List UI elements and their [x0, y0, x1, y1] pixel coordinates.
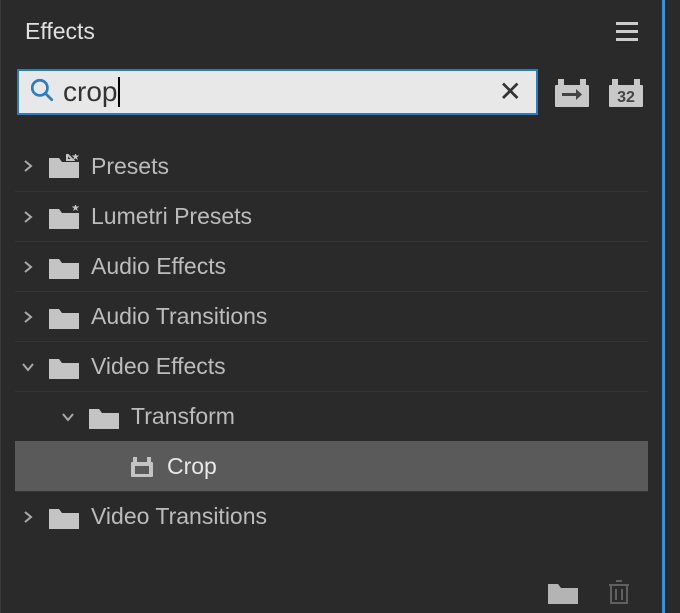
panel-header: Effects: [1, 0, 662, 63]
menu-icon[interactable]: [612, 18, 642, 45]
panel-footer: [548, 579, 634, 605]
search-input[interactable]: crop ✕: [17, 69, 538, 115]
svg-text:★: ★: [71, 205, 79, 214]
svg-text:★: ★: [71, 154, 79, 163]
chevron-right-icon[interactable]: [19, 157, 37, 175]
tree-item-audio-transitions[interactable]: Audio Transitions: [15, 291, 648, 341]
chevron-right-icon[interactable]: [19, 208, 37, 226]
preset-folder-icon: ★: [49, 205, 79, 229]
chevron-right-icon[interactable]: [19, 508, 37, 526]
tree-item-label: Video Effects: [91, 353, 226, 380]
folder-icon: [49, 255, 79, 279]
search-row: crop ✕ 32: [1, 63, 662, 125]
chevron-down-icon[interactable]: [19, 358, 37, 376]
clear-search-icon[interactable]: ✕: [495, 78, 526, 106]
chevron-down-icon[interactable]: [59, 408, 77, 426]
tree-item-label: Audio Effects: [91, 253, 226, 280]
search-input-value[interactable]: crop: [55, 76, 495, 108]
text-cursor: [118, 77, 120, 107]
tree-item-video-effects[interactable]: Video Effects: [15, 341, 648, 391]
animated-presets-icon[interactable]: [552, 74, 592, 110]
32bit-icon[interactable]: 32: [606, 74, 646, 110]
folder-icon: [49, 305, 79, 329]
tree-item-crop[interactable]: Crop: [15, 441, 648, 491]
trash-icon: [604, 579, 634, 605]
effects-tree: ★ Presets ★ Lumetri Presets Audio Effect…: [1, 125, 662, 541]
effect-icon: [129, 455, 155, 479]
search-icon: [29, 77, 55, 108]
tree-item-presets[interactable]: ★ Presets: [15, 141, 648, 191]
tree-item-label: Presets: [91, 153, 169, 180]
svg-text:32: 32: [617, 89, 635, 106]
tree-item-transform[interactable]: Transform: [15, 391, 648, 441]
preset-folder-icon: ★: [49, 154, 79, 178]
tree-item-lumetri-presets[interactable]: ★ Lumetri Presets: [15, 191, 648, 241]
tree-item-label: Video Transitions: [91, 503, 267, 530]
chevron-right-icon[interactable]: [19, 308, 37, 326]
tree-item-video-transitions[interactable]: Video Transitions: [15, 491, 648, 541]
tree-item-label: Crop: [167, 453, 217, 480]
panel-title: Effects: [25, 18, 95, 45]
new-bin-icon[interactable]: [548, 579, 578, 605]
tree-item-audio-effects[interactable]: Audio Effects: [15, 241, 648, 291]
folder-icon: [89, 405, 119, 429]
chevron-right-icon[interactable]: [19, 258, 37, 276]
folder-icon: [49, 505, 79, 529]
tree-item-label: Lumetri Presets: [91, 203, 252, 230]
tree-item-label: Transform: [131, 403, 235, 430]
tree-item-label: Audio Transitions: [91, 303, 267, 330]
effects-panel: Effects crop ✕: [0, 0, 665, 613]
folder-icon: [49, 355, 79, 379]
